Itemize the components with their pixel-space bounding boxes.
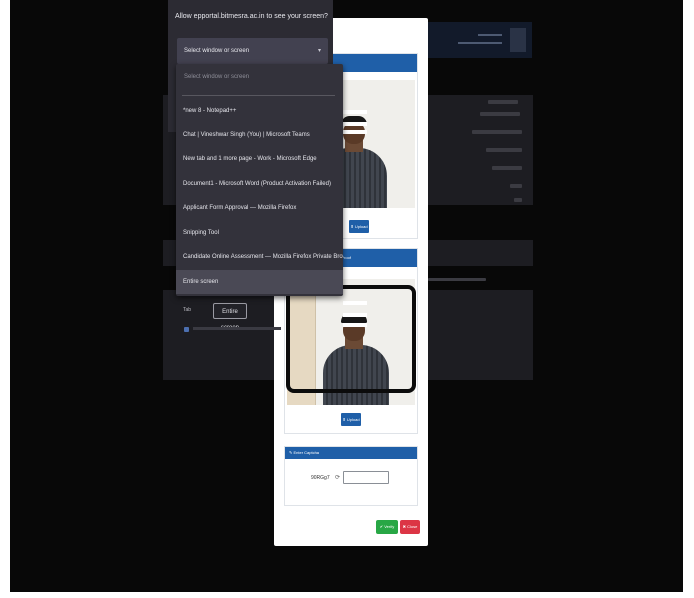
dropdown-item-word[interactable]: Document1 - Microsoft Word (Product Acti… bbox=[176, 172, 343, 196]
window-dropdown-list: Select window or screen *new 8 - Notepad… bbox=[176, 64, 343, 296]
background-header bbox=[426, 22, 532, 58]
captcha-code: 90RGg7 bbox=[311, 475, 330, 481]
window-select-value: Select window or screen bbox=[184, 48, 250, 54]
checkbox-icon[interactable] bbox=[184, 327, 189, 332]
dropdown-item-notepad[interactable]: *new 8 - Notepad++ bbox=[176, 99, 343, 123]
captcha-input[interactable] bbox=[343, 471, 389, 484]
background-text-line bbox=[492, 166, 522, 170]
captcha-label: ✎ Enter Captcha bbox=[285, 447, 417, 459]
share-type-label: Tab bbox=[183, 307, 192, 313]
photo-redaction bbox=[343, 130, 367, 134]
photo-redaction bbox=[343, 122, 367, 126]
id-proof-frame bbox=[286, 285, 416, 393]
dropdown-item-snipping-tool[interactable]: Snipping Tool bbox=[176, 221, 343, 245]
dropdown-divider bbox=[182, 95, 335, 96]
photo-redaction bbox=[343, 110, 367, 114]
background-text-line bbox=[510, 184, 522, 188]
background-text-line bbox=[472, 130, 522, 134]
dropdown-item-firefox-approval[interactable]: Applicant Form Approval — Mozilla Firefo… bbox=[176, 196, 343, 220]
screen-backdrop: ⬆ Upload with Valid Id Proof ⬆ Upload ✎ … bbox=[10, 0, 683, 592]
background-text-line bbox=[428, 278, 486, 281]
background-text-line bbox=[514, 198, 522, 202]
window-select[interactable]: Select window or screen ▾ bbox=[177, 38, 328, 64]
refresh-icon[interactable]: ⟳ bbox=[335, 474, 340, 481]
dropdown-item-entire-screen[interactable]: Entire screen bbox=[176, 270, 343, 294]
background-header-text bbox=[458, 42, 502, 44]
dialog-title: Allow epportal.bitmesra.ac.in to see you… bbox=[175, 13, 328, 20]
verify-button[interactable]: ✔ Verify bbox=[376, 520, 398, 534]
checkbox-label bbox=[193, 327, 281, 330]
chevron-down-icon: ▾ bbox=[317, 48, 321, 54]
background-header-text bbox=[478, 34, 502, 36]
entire-screen-button[interactable]: Entire screen bbox=[213, 303, 247, 331]
dropdown-placeholder: Select window or screen bbox=[184, 74, 250, 80]
background-text-line bbox=[488, 100, 518, 104]
background-avatar bbox=[510, 28, 526, 52]
captcha-panel: ✎ Enter Captcha 90RGg7 ⟳ bbox=[284, 446, 418, 506]
dropdown-item-edge[interactable]: New tab and 1 more page - Work - Microso… bbox=[176, 147, 343, 171]
background-text-line bbox=[486, 148, 522, 152]
close-button[interactable]: ✖ Close bbox=[400, 520, 420, 534]
dropdown-item-firefox-assessment[interactable]: Candidate Online Assessment — Mozilla Fi… bbox=[176, 245, 343, 269]
id-proof-upload-button[interactable]: ⬆ Upload bbox=[341, 413, 361, 426]
photo-upload-button[interactable]: ⬆ Upload bbox=[349, 220, 369, 233]
dropdown-item-teams[interactable]: Chat | Vineshwar Singh (You) | Microsoft… bbox=[176, 123, 343, 147]
background-text-line bbox=[480, 112, 520, 116]
